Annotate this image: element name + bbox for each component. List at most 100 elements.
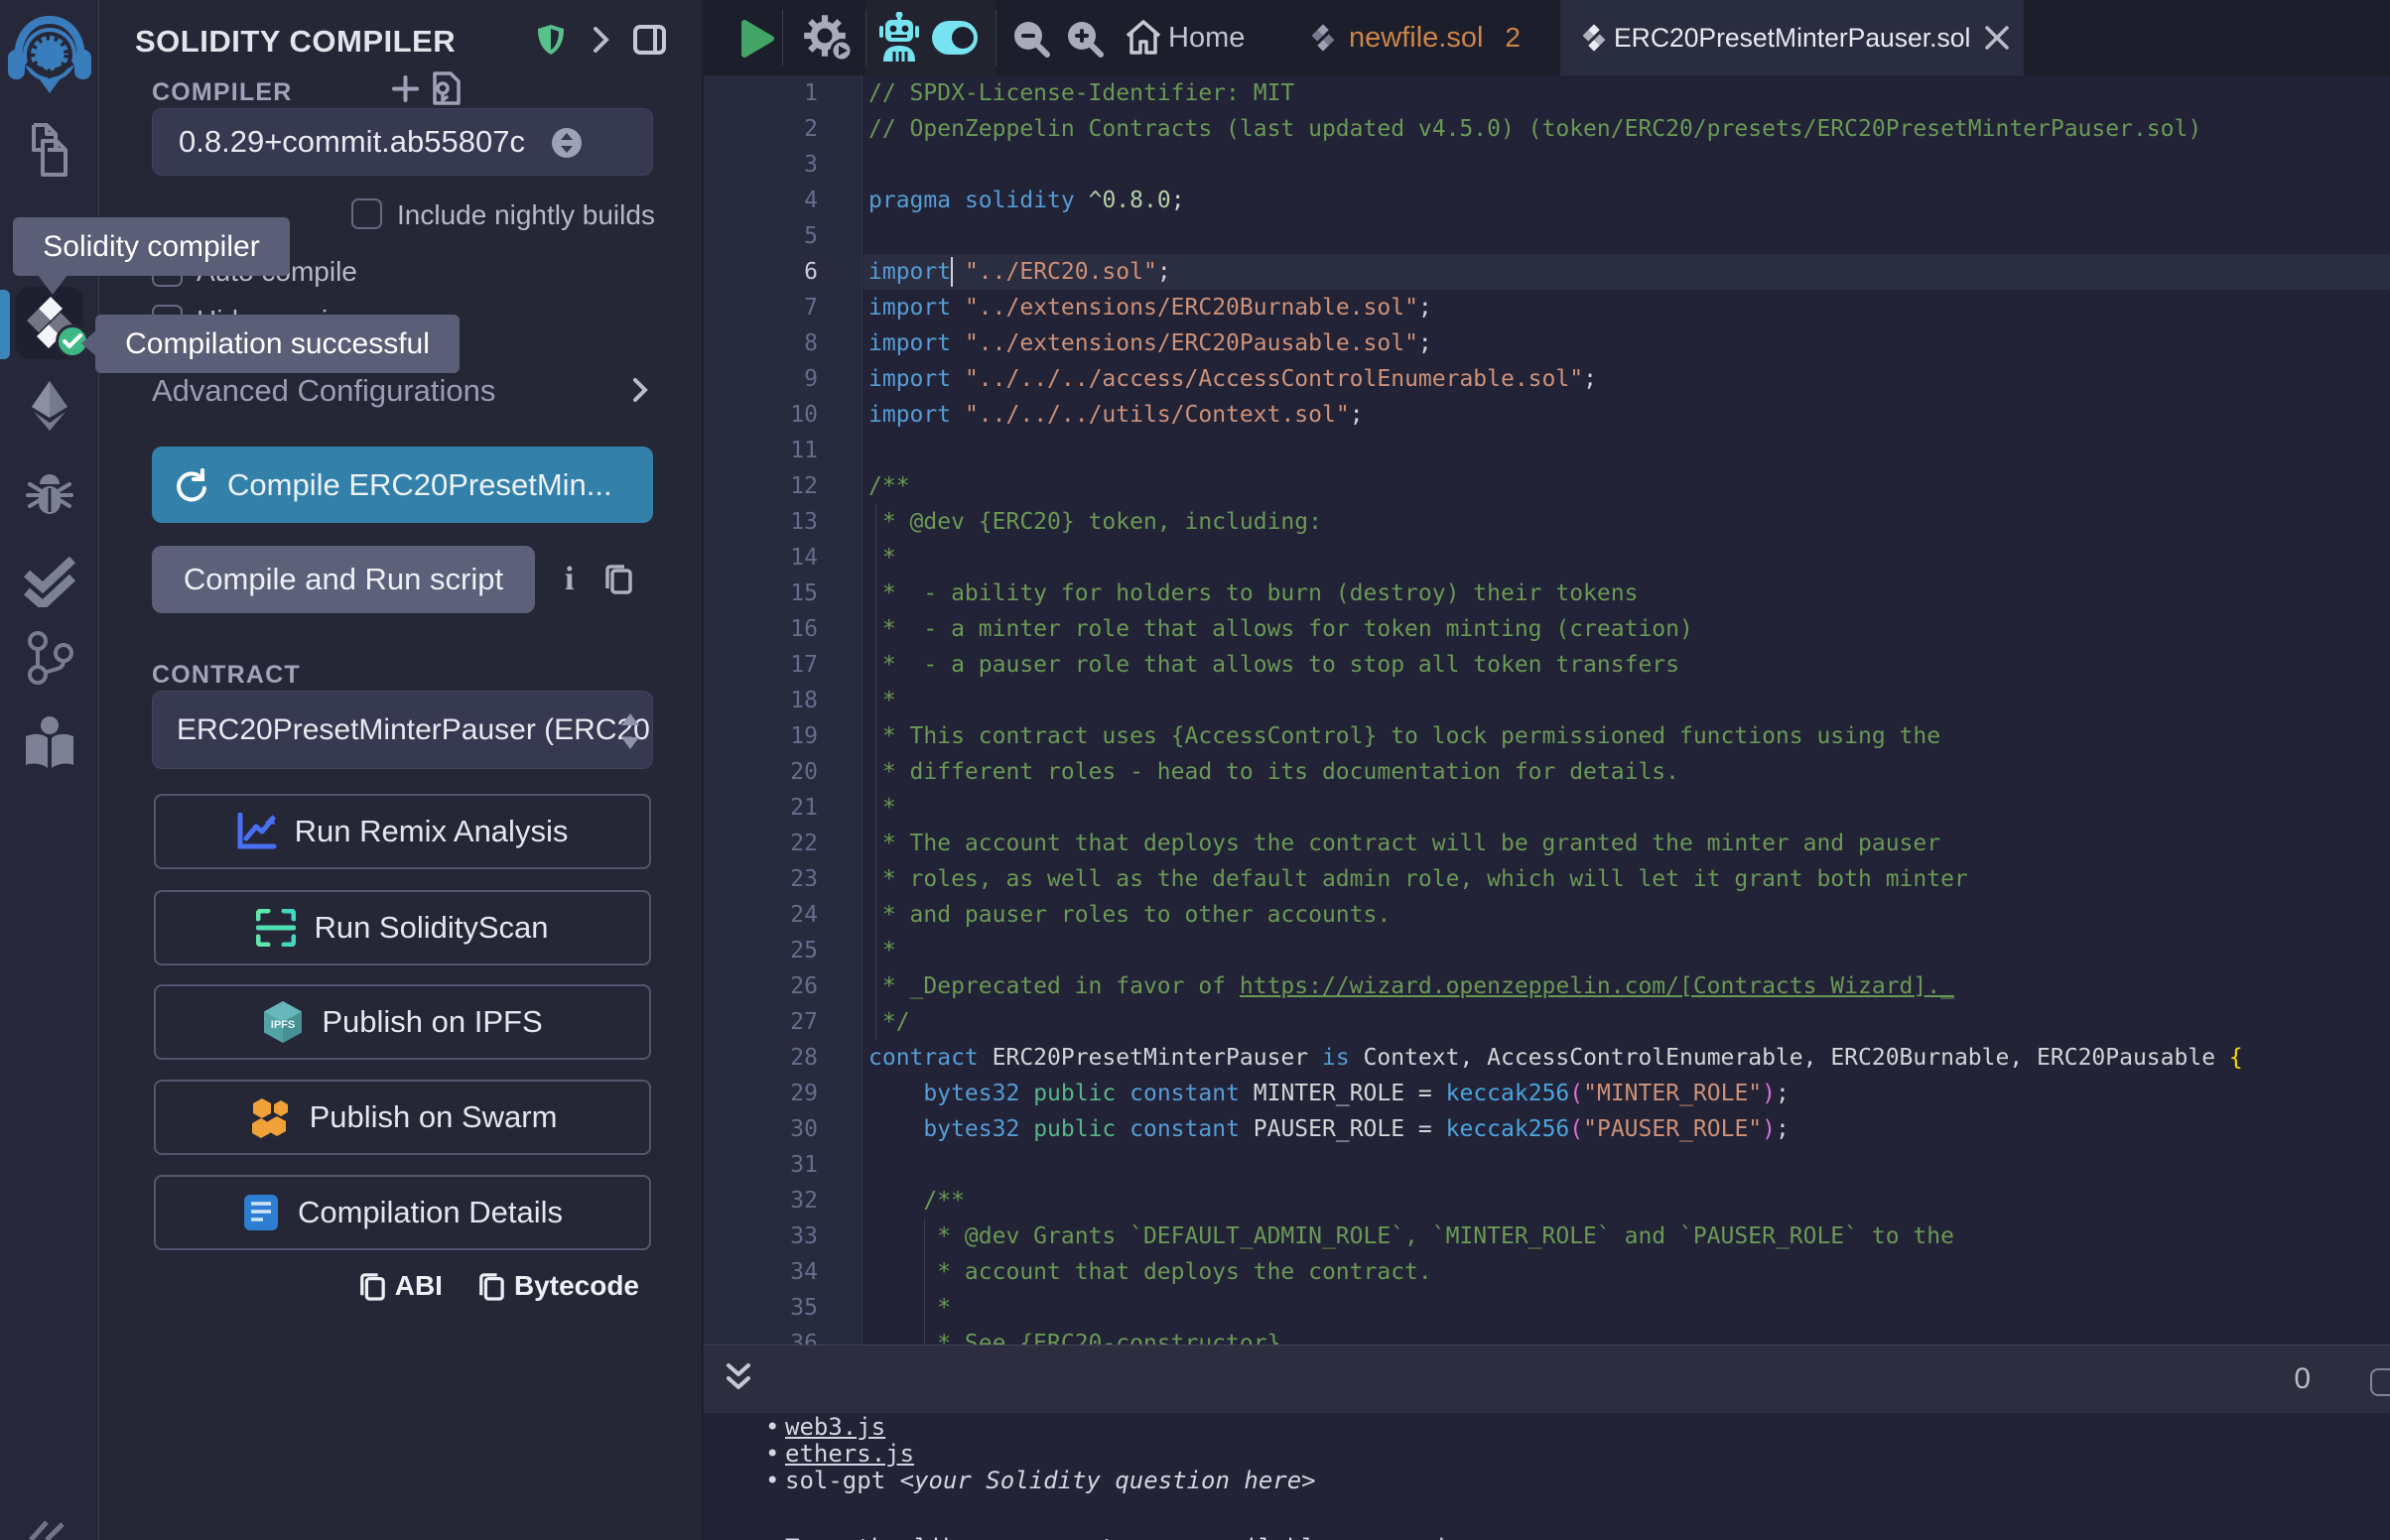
line-number: 23	[704, 861, 818, 897]
copy-bytecode-button[interactable]: Bytecode	[478, 1270, 639, 1302]
zoom-out-icon[interactable]	[1011, 20, 1051, 60]
line-number: 25	[704, 933, 818, 968]
shield-icon[interactable]	[538, 25, 564, 55]
code-line: bytes32 public constant MINTER_ROLE = ke…	[863, 1076, 2390, 1111]
code-line: bytes32 public constant PAUSER_ROLE = ke…	[863, 1111, 2390, 1147]
tab-home[interactable]: Home	[1168, 0, 1245, 75]
copy-script-icon[interactable]	[604, 563, 632, 594]
editor-toolbar: Home newfile.sol 2 ERC20PresetMinterPaus…	[704, 0, 2390, 75]
ipfs-icon: IPFS	[262, 1000, 304, 1044]
code-line: import "../extensions/ERC20Pausable.sol"…	[863, 325, 2390, 361]
include-nightly-label[interactable]: Include nightly builds	[397, 199, 655, 231]
line-number: 31	[704, 1147, 818, 1183]
terminal-list-item: •sol-gpt <your Solidity question here>	[785, 1468, 1316, 1494]
select-spinner-icon	[552, 128, 582, 158]
code-line: *	[863, 1290, 2390, 1326]
run-remix-analysis-button[interactable]: Run Remix Analysis	[154, 794, 651, 869]
line-number: 18	[704, 683, 818, 718]
tooltip-arrow-down	[38, 275, 67, 295]
plugin-partial-icon[interactable]	[0, 1512, 99, 1540]
run-solidityscan-button[interactable]: Run SolidityScan	[154, 890, 651, 965]
line-number: 14	[704, 540, 818, 576]
code-line: * - a pauser role that allows to stop al…	[863, 647, 2390, 683]
indent-guide	[924, 1219, 925, 1345]
ai-assistant-robot-icon[interactable]	[877, 12, 921, 64]
remix-logo-icon[interactable]	[0, 14, 99, 97]
code-line: *	[863, 540, 2390, 576]
terminal-listen-checkbox[interactable]	[2370, 1368, 2390, 1396]
terminal-panel: 0 •web3.js•ethers.js•sol-gpt <your Solid…	[704, 1345, 2390, 1540]
ai-toggle[interactable]	[932, 21, 978, 55]
run-script-play-icon[interactable]	[740, 20, 774, 58]
code-line: * See {ERC20-constructor}.	[863, 1326, 2390, 1345]
line-number: 8	[704, 325, 818, 361]
tooltip-arrow-left	[81, 329, 97, 357]
code-line: pragma solidity ^0.8.0;	[863, 183, 2390, 218]
swarm-icon	[248, 1096, 292, 1138]
code-line: import "../../../access/AccessControlEnu…	[863, 361, 2390, 397]
code-line: * roles, as well as the default admin ro…	[863, 861, 2390, 897]
line-number: 11	[704, 433, 818, 468]
svg-text:IPFS: IPFS	[271, 1019, 295, 1031]
line-number: 28	[704, 1040, 818, 1076]
compiler-version-select[interactable]: 0.8.29+commit.ab55807c	[152, 108, 653, 176]
code-line: contract ERC20PresetMinterPauser is Cont…	[863, 1040, 2390, 1076]
tab-erc20presetminterpauser[interactable]: ERC20PresetMinterPauser.sol	[1560, 0, 2024, 75]
close-tab-icon[interactable]	[1984, 25, 2010, 51]
line-number: 15	[704, 576, 818, 611]
code-line	[863, 433, 2390, 468]
publish-swarm-button[interactable]: Publish on Swarm	[154, 1080, 651, 1155]
line-number: 24	[704, 897, 818, 933]
tooltip-solidity-compiler: Solidity compiler	[13, 217, 290, 276]
compiler-settings-icon[interactable]	[803, 14, 855, 62]
add-compiler-icon[interactable]	[392, 75, 419, 102]
terminal-count-badge: 0	[2294, 1346, 2311, 1413]
code-line: *	[863, 683, 2390, 718]
code-line: * The account that deploys the contract …	[863, 826, 2390, 861]
deploy-and-run-icon[interactable]	[0, 379, 99, 433]
learneth-icon[interactable]	[0, 716, 99, 772]
chart-analysis-icon	[237, 813, 277, 850]
tab-newfile[interactable]: newfile.sol 2	[1311, 0, 1521, 75]
line-number: 7	[704, 290, 818, 325]
line-number: 4	[704, 183, 818, 218]
code-line: // SPDX-License-Identifier: MIT	[863, 75, 2390, 111]
expand-terminal-icon[interactable]	[724, 1361, 753, 1393]
tab-newfile-badge: 2	[1505, 22, 1521, 54]
editor-gutter: 1234567891011121314151617181920212223242…	[704, 75, 863, 1345]
publish-ipfs-button[interactable]: IPFS Publish on IPFS	[154, 984, 651, 1060]
line-number: 13	[704, 504, 818, 540]
contract-section-label: CONTRACT	[152, 661, 301, 690]
advanced-chevron-icon[interactable]	[632, 377, 648, 403]
code-line: * @dev Grants `DEFAULT_ADMIN_ROLE`, `MIN…	[863, 1219, 2390, 1254]
code-line: * different roles - head to its document…	[863, 754, 2390, 790]
code-line: /**	[863, 1183, 2390, 1219]
copy-abi-button[interactable]: ABI	[359, 1270, 443, 1302]
code-line	[863, 1147, 2390, 1183]
compile-and-run-button[interactable]: Compile and Run script	[152, 546, 535, 613]
code-line	[863, 147, 2390, 183]
terminal-list-item[interactable]: •ethers.js	[785, 1441, 914, 1468]
include-nightly-checkbox[interactable]	[351, 198, 382, 229]
code-line: * - ability for holders to burn (destroy…	[863, 576, 2390, 611]
zoom-in-icon[interactable]	[1065, 20, 1105, 60]
code-editor[interactable]: 1234567891011121314151617181920212223242…	[704, 75, 2390, 1345]
debugger-icon[interactable]	[0, 466, 99, 522]
home-icon[interactable]	[1125, 19, 1162, 57]
info-icon[interactable]: i	[565, 561, 574, 598]
panel-layout-icon[interactable]	[633, 25, 666, 55]
compilation-details-button[interactable]: Compilation Details	[154, 1175, 651, 1250]
active-plugin-indicator	[0, 290, 10, 359]
load-compiler-file-icon[interactable]	[431, 71, 461, 105]
terminal-list-item[interactable]: •web3.js	[785, 1414, 885, 1441]
git-icon[interactable]	[0, 631, 99, 685]
file-explorer-icon[interactable]	[0, 121, 99, 179]
code-line: * This contract uses {AccessControl} to …	[863, 718, 2390, 754]
line-number: 3	[704, 147, 818, 183]
unit-testing-icon[interactable]	[0, 552, 99, 607]
contract-select[interactable]: ERC20PresetMinterPauser (ERC20	[152, 691, 653, 769]
chevron-right-icon[interactable]	[593, 26, 610, 54]
compile-button[interactable]: Compile ERC20PresetMin...	[152, 447, 653, 523]
line-number: 16	[704, 611, 818, 647]
advanced-configurations[interactable]: Advanced Configurations	[152, 373, 495, 409]
